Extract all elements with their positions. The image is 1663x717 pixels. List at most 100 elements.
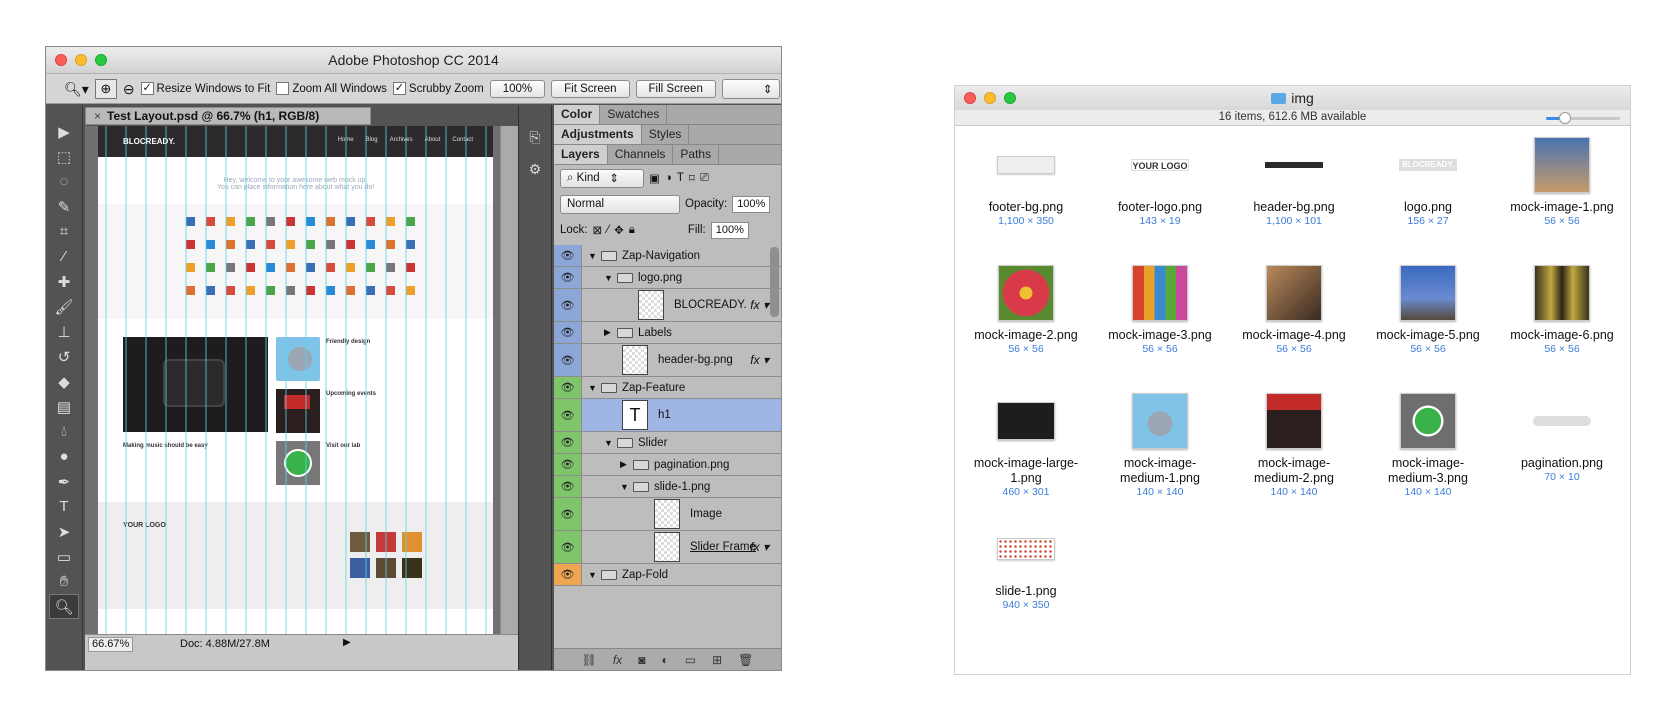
tab-styles[interactable]: Styles bbox=[642, 125, 690, 144]
visibility-eye-icon[interactable]: 👁︎ bbox=[554, 322, 582, 343]
shape-tool-icon[interactable]: ▭ bbox=[46, 544, 82, 569]
canvas-document[interactable]: BLOCREADY. Home Blog Archives About Contact … bbox=[98, 126, 493, 634]
file-item[interactable]: slide-1.png 940 × 350 bbox=[959, 514, 1093, 642]
pen-tool-icon[interactable]: ✒ bbox=[46, 469, 82, 494]
new-layer-icon[interactable]: ⊞ bbox=[712, 653, 722, 667]
layer-effects-icon[interactable]: fx ▾ bbox=[750, 353, 769, 367]
layer-mask-icon[interactable]: ◙ bbox=[638, 653, 645, 667]
finder-zoom-button[interactable] bbox=[1004, 92, 1016, 104]
layer-row[interactable]: 👁︎ ▶ pagination.png bbox=[554, 454, 781, 476]
layer-row[interactable]: 👁︎ Image bbox=[554, 498, 781, 531]
collapse-triangle-icon[interactable]: ▼ bbox=[588, 570, 598, 580]
file-item[interactable]: mock-image-medium-3.png 140 × 140 bbox=[1361, 386, 1495, 514]
file-item[interactable]: mock-image-6.png 56 × 56 bbox=[1495, 258, 1629, 386]
status-menu-arrow-icon[interactable]: ▶ bbox=[343, 637, 351, 648]
filter-smart-icon[interactable]: ⎚ bbox=[700, 172, 709, 185]
lock-move-icon[interactable]: ✥ bbox=[614, 223, 624, 237]
visibility-eye-icon[interactable]: 👁︎ bbox=[554, 498, 582, 530]
fit-screen-button[interactable]: Fit Screen bbox=[551, 79, 630, 98]
quick-select-tool-icon[interactable]: ✎ bbox=[46, 194, 82, 219]
canvas-area[interactable]: BLOCREADY. Home Blog Archives About Contact … bbox=[85, 126, 518, 634]
adjustment-layer-icon[interactable]: ◐ bbox=[661, 653, 668, 667]
file-item[interactable]: mock-image-5.png 56 × 56 bbox=[1361, 258, 1495, 386]
kind-filter-select[interactable]: ⌕ Kind ⇕ bbox=[560, 168, 644, 188]
visibility-eye-icon[interactable]: 👁︎ bbox=[554, 377, 582, 398]
collapse-triangle-icon[interactable]: ▼ bbox=[604, 438, 614, 448]
file-item[interactable]: mock-image-1.png 56 × 56 bbox=[1495, 130, 1629, 258]
dodge-tool-icon[interactable]: ● bbox=[46, 444, 82, 469]
file-item[interactable]: mock-image-medium-2.png 140 × 140 bbox=[1227, 386, 1361, 514]
layer-effects-icon[interactable]: fx ▾ bbox=[750, 540, 769, 554]
lock-all-icon[interactable]: 🔒︎ bbox=[629, 224, 635, 237]
lock-transparent-icon[interactable]: ⊠ bbox=[593, 223, 603, 237]
icon-size-slider[interactable] bbox=[1546, 112, 1620, 124]
tab-color[interactable]: Color bbox=[554, 105, 601, 124]
zoom-button[interactable] bbox=[95, 54, 107, 66]
zoom-all-checkbox[interactable]: Zoom All Windows bbox=[276, 82, 387, 95]
gradient-tool-icon[interactable]: ▤ bbox=[46, 394, 82, 419]
file-item[interactable]: mock-image-4.png 56 × 56 bbox=[1227, 258, 1361, 386]
delete-layer-icon[interactable]: 🗑︎ bbox=[738, 653, 753, 667]
visibility-eye-icon[interactable]: 👁︎ bbox=[554, 344, 582, 376]
document-tab[interactable]: × Test Layout.psd @ 66.7% (h1, RGB/8) bbox=[85, 107, 371, 125]
canvas-scrollbar[interactable] bbox=[500, 126, 518, 634]
hand-tool-icon[interactable]: ✋︎ bbox=[46, 569, 82, 594]
minimize-button[interactable] bbox=[75, 54, 87, 66]
visibility-eye-icon[interactable]: 👁︎ bbox=[554, 267, 582, 288]
visibility-eye-icon[interactable]: 👁︎ bbox=[554, 476, 582, 497]
layer-effects-icon[interactable]: fx ▾ bbox=[750, 298, 769, 312]
type-tool-icon[interactable]: T bbox=[46, 494, 82, 519]
zoom-tool-icon[interactable]: 🔍︎▾ bbox=[64, 82, 89, 96]
file-item[interactable]: footer-bg.png 1,100 × 350 bbox=[959, 130, 1093, 258]
layers-scrollbar[interactable] bbox=[770, 247, 779, 317]
options-dropdown[interactable]: ⇕ bbox=[721, 78, 780, 99]
history-brush-icon[interactable]: ↺ bbox=[46, 344, 82, 369]
filter-type-icon[interactable]: T bbox=[677, 172, 684, 184]
visibility-eye-icon[interactable]: 👁︎ bbox=[554, 399, 582, 431]
collapse-triangle-icon[interactable]: ▼ bbox=[604, 273, 614, 283]
file-item[interactable]: mock-image-3.png 56 × 56 bbox=[1093, 258, 1227, 386]
marquee-tool-icon[interactable]: ⬚ bbox=[46, 144, 82, 169]
layer-row[interactable]: 👁︎ header-bg.png fx ▾ bbox=[554, 344, 781, 377]
expand-triangle-icon[interactable]: ▶ bbox=[604, 327, 614, 338]
tab-adjustments[interactable]: Adjustments bbox=[554, 125, 642, 144]
icon-size-slider-knob[interactable] bbox=[1558, 112, 1571, 124]
layer-row[interactable]: 👁︎ Slider Frame fx ▾ bbox=[554, 531, 781, 564]
layer-row[interactable]: 👁︎ ▶ Labels bbox=[554, 322, 781, 344]
blur-tool-icon[interactable]: 💧︎ bbox=[46, 419, 82, 444]
collapse-triangle-icon[interactable]: ▼ bbox=[588, 383, 598, 393]
filter-shape-icon[interactable]: ⌑ bbox=[689, 171, 695, 185]
filter-adjust-icon[interactable]: ◑ bbox=[665, 172, 672, 184]
lock-brush-icon[interactable]: ⁄ bbox=[607, 224, 609, 236]
filter-pixel-icon[interactable]: ▣ bbox=[649, 171, 660, 185]
status-zoom[interactable]: 66.67% bbox=[88, 637, 133, 652]
scrubby-zoom-checkbox[interactable]: ✓ Scrubby Zoom bbox=[392, 82, 484, 95]
tab-layers[interactable]: Layers bbox=[554, 145, 608, 164]
tab-swatches[interactable]: Swatches bbox=[600, 105, 668, 124]
crop-tool-icon[interactable]: ⌗ bbox=[46, 219, 82, 244]
path-select-tool-icon[interactable]: ➤ bbox=[46, 519, 82, 544]
file-item[interactable]: mock-image-medium-1.png 140 × 140 bbox=[1093, 386, 1227, 514]
opacity-input[interactable]: 100% bbox=[732, 195, 771, 213]
layer-row[interactable]: 👁︎ ▼ slide-1.png bbox=[554, 476, 781, 498]
zoom-in-icon[interactable]: ⊕ bbox=[94, 78, 117, 99]
expand-triangle-icon[interactable]: ▶ bbox=[620, 459, 630, 470]
zoom-tool-selected-icon[interactable]: 🔍︎ bbox=[49, 594, 79, 619]
file-item[interactable]: YOUR LOGO footer-logo.png 143 × 19 bbox=[1093, 130, 1227, 258]
eraser-tool-icon[interactable]: ◆ bbox=[46, 369, 82, 394]
properties-panel-icon[interactable]: ⚙ bbox=[519, 153, 551, 185]
lasso-tool-icon[interactable]: ◌ bbox=[46, 169, 82, 194]
file-item[interactable]: mock-image-large-1.png 460 × 301 bbox=[959, 386, 1093, 514]
finder-minimize-button[interactable] bbox=[984, 92, 996, 104]
visibility-eye-icon[interactable]: 👁︎ bbox=[554, 245, 582, 266]
eyedropper-tool-icon[interactable]: ⁄ bbox=[46, 244, 82, 269]
visibility-eye-icon[interactable]: 👁︎ bbox=[554, 454, 582, 475]
resize-windows-checkbox[interactable]: ✓ Resize Windows to Fit bbox=[140, 82, 270, 95]
file-item[interactable]: mock-image-2.png 56 × 56 bbox=[959, 258, 1093, 386]
layer-row[interactable]: 👁︎ Th1 bbox=[554, 399, 781, 432]
visibility-eye-icon[interactable]: 👁︎ bbox=[554, 289, 582, 321]
brush-tool-icon[interactable]: 🖌︎ bbox=[46, 294, 82, 319]
layer-row[interactable]: 👁︎ ▼ Slider bbox=[554, 432, 781, 454]
tab-paths[interactable]: Paths bbox=[673, 145, 720, 164]
finder-close-button[interactable] bbox=[964, 92, 976, 104]
